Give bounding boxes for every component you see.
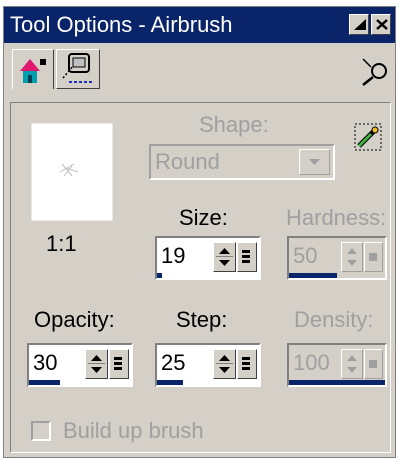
spin-up-down-icon bbox=[347, 248, 357, 266]
hardness-value: 50 bbox=[293, 243, 318, 268]
slider-popout-icon bbox=[114, 357, 122, 370]
build-up-brush-label: Build up brush bbox=[63, 418, 204, 443]
density-label: Density: bbox=[294, 307, 374, 332]
airbrush-tool-icon bbox=[20, 59, 46, 83]
opacity-label: Opacity: bbox=[34, 307, 115, 332]
slider-popout-icon bbox=[369, 253, 377, 261]
size-value: 19 bbox=[161, 243, 186, 268]
density-slider-button[interactable] bbox=[364, 349, 383, 379]
build-up-brush-checkbox[interactable] bbox=[31, 421, 51, 441]
tab-tablet-options[interactable] bbox=[56, 49, 100, 89]
slider-popout-icon bbox=[242, 357, 250, 370]
hardness-slider-button[interactable] bbox=[364, 242, 383, 272]
spin-up-down-icon bbox=[216, 355, 233, 373]
tool-options-window: Tool Options - Airbrush 1:1 Shape: Round… bbox=[3, 6, 396, 458]
brush-preview bbox=[31, 123, 113, 221]
shape-dropdown-button[interactable] bbox=[299, 149, 330, 175]
shape-dropdown[interactable]: Round bbox=[149, 144, 335, 180]
opacity-slider-button[interactable] bbox=[109, 349, 129, 379]
size-level-bar bbox=[157, 273, 162, 278]
size-slider-button[interactable] bbox=[237, 242, 257, 272]
brush-stroke-preview bbox=[59, 163, 79, 177]
opacity-field[interactable]: 30 bbox=[27, 343, 133, 387]
hardness-label: Hardness: bbox=[286, 205, 387, 230]
step-field[interactable]: 25 bbox=[155, 343, 261, 387]
hardness-field[interactable]: 50 bbox=[287, 236, 387, 280]
hardness-spin-button[interactable] bbox=[341, 242, 363, 272]
density-value: 100 bbox=[293, 350, 330, 375]
step-value: 25 bbox=[161, 350, 186, 375]
auto-hide-button[interactable] bbox=[349, 14, 369, 35]
auto-hide-icon bbox=[354, 19, 366, 30]
options-panel: 1:1 Shape: Round Size: 19 Hardness: 50 O… bbox=[10, 102, 391, 453]
spin-up-down-icon bbox=[216, 248, 233, 266]
density-spin-button[interactable] bbox=[341, 349, 363, 379]
brush-tip-icon[interactable] bbox=[351, 120, 385, 154]
opacity-spin-button[interactable] bbox=[85, 349, 108, 379]
brush-scale-label: 1:1 bbox=[46, 231, 77, 256]
step-level-bar bbox=[157, 380, 183, 385]
step-spin-button[interactable] bbox=[213, 349, 236, 379]
spin-up-down-icon bbox=[347, 355, 357, 373]
opacity-value: 30 bbox=[33, 350, 58, 375]
tablet-icon bbox=[62, 53, 93, 83]
close-button[interactable] bbox=[371, 14, 391, 35]
step-label: Step: bbox=[176, 307, 228, 332]
size-spin-button[interactable] bbox=[213, 242, 236, 272]
presets-icon[interactable] bbox=[359, 53, 391, 87]
spin-up-down-icon bbox=[88, 355, 105, 373]
shape-label: Shape: bbox=[199, 112, 269, 137]
hardness-level-bar bbox=[289, 273, 337, 278]
density-level-bar bbox=[289, 380, 385, 385]
chevron-down-icon bbox=[309, 159, 320, 165]
size-field[interactable]: 19 bbox=[155, 236, 261, 280]
title-bar[interactable]: Tool Options - Airbrush bbox=[4, 7, 395, 43]
size-label: Size: bbox=[179, 205, 228, 230]
close-icon bbox=[376, 19, 388, 30]
density-field[interactable]: 100 bbox=[287, 343, 387, 387]
slider-popout-icon bbox=[242, 250, 250, 263]
window-title: Tool Options - Airbrush bbox=[10, 12, 233, 37]
slider-popout-icon bbox=[369, 360, 377, 368]
step-slider-button[interactable] bbox=[237, 349, 257, 379]
tab-tool-options[interactable] bbox=[12, 49, 54, 89]
opacity-level-bar bbox=[29, 380, 60, 385]
shape-value: Round bbox=[155, 149, 220, 174]
